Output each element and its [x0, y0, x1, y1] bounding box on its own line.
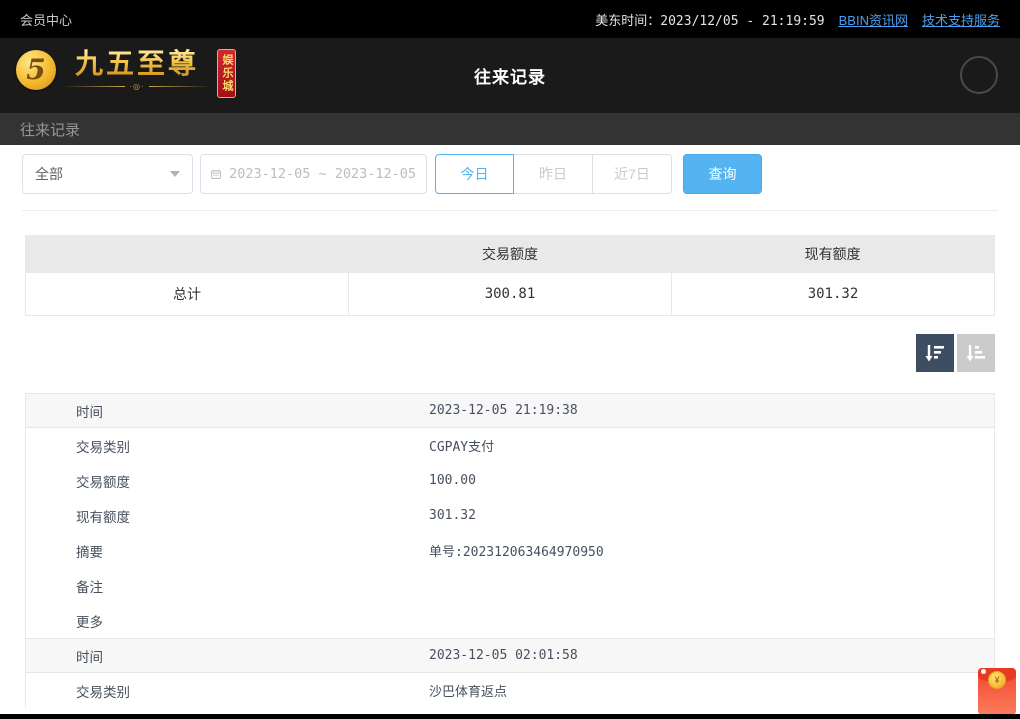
chevron-down-icon	[170, 171, 180, 177]
record-value: 2023-12-05 21:19:38	[429, 403, 994, 418]
summary-col-trade: 交易额度	[349, 235, 672, 273]
record-row: 备注	[26, 568, 994, 603]
notification-dot	[981, 669, 986, 674]
record-value: 2023-12-05 02:01:58	[429, 648, 994, 663]
date-range-input[interactable]: 2023-12-05 ~ 2023-12-05	[200, 154, 427, 194]
record-label: 现有额度	[76, 506, 429, 526]
summary-total-row: 总计 300.81 301.32	[26, 273, 994, 315]
red-envelope-icon[interactable]: ¥	[978, 668, 1016, 715]
avatar-circle[interactable]	[960, 56, 998, 94]
sort-bar	[25, 334, 995, 372]
today-button[interactable]: 今日	[435, 154, 514, 194]
top-bar: 会员中心 美东时间：2023/12/05 - 21:19:59 BBIN资讯网 …	[0, 0, 1020, 38]
record-value: 301.32	[429, 508, 994, 523]
breadcrumb-title: 往来记录	[20, 119, 80, 140]
sort-desc-icon	[924, 342, 946, 364]
quick-range-group: 今日 昨日 近7日	[435, 154, 672, 194]
sort-asc-icon	[965, 342, 987, 364]
summary-balance: 301.32	[671, 273, 994, 315]
page: 会员中心 美东时间：2023/12/05 - 21:19:59 BBIN资讯网 …	[0, 0, 1020, 719]
summary-trade-amount: 300.81	[348, 273, 671, 315]
sort-desc-button[interactable]	[916, 334, 954, 372]
records-table: 时间2023-12-05 21:19:38交易类别CGPAY支付交易额度100.…	[25, 393, 995, 708]
record-label: 交易额度	[76, 471, 429, 491]
yesterday-button[interactable]: 昨日	[514, 154, 593, 194]
record-label: 备注	[76, 576, 429, 596]
record-row: 交易类别沙巴体育返点	[26, 673, 994, 708]
sort-asc-button[interactable]	[957, 334, 995, 372]
coin-icon: ¥	[988, 671, 1006, 689]
summary-col-balance: 现有额度	[671, 235, 994, 273]
type-select-value: 全部	[35, 164, 63, 184]
summary-table: 交易额度 现有额度 总计 300.81 301.32	[25, 235, 995, 316]
member-center-link[interactable]: 会员中心	[20, 10, 72, 29]
date-range-value: 2023-12-05 ~ 2023-12-05	[229, 166, 416, 182]
record-row: 交易类别CGPAY支付	[26, 428, 994, 463]
record-label: 时间	[76, 401, 429, 421]
record-row: 现有额度301.32	[26, 498, 994, 533]
record-row: 更多	[26, 603, 994, 638]
record-label: 摘要	[76, 541, 429, 561]
page-title: 往来记录	[0, 38, 1020, 113]
query-button[interactable]: 查询	[683, 154, 762, 194]
eastern-time: 美东时间：2023/12/05 - 21:19:59	[595, 10, 824, 29]
filter-bar: 全部 2023-12-05 ~ 2023-12-05 今日 昨日 近7日 查询	[22, 154, 998, 194]
summary-total-label: 总计	[26, 273, 348, 315]
type-select[interactable]: 全部	[22, 154, 193, 194]
record-row: 摘要单号:202312063464970950	[26, 533, 994, 568]
last7days-button[interactable]: 近7日	[593, 154, 672, 194]
summary-col-empty	[26, 235, 349, 273]
record-value: 单号:202312063464970950	[429, 541, 994, 560]
summary-header-row: 交易额度 现有额度	[26, 235, 994, 273]
record-label: 交易类别	[76, 436, 429, 456]
calendar-icon	[211, 166, 221, 182]
record-label: 交易类别	[76, 681, 429, 701]
record-value: CGPAY支付	[429, 436, 994, 455]
record-row: 交易额度100.00	[26, 463, 994, 498]
record-value: 沙巴体育返点	[429, 681, 994, 700]
bottom-bar	[0, 714, 1020, 719]
tech-support-link[interactable]: 技术支持服务	[922, 10, 1000, 29]
record-value: 100.00	[429, 473, 994, 488]
bbin-news-link[interactable]: BBIN资讯网	[839, 10, 908, 29]
record-label: 时间	[76, 646, 429, 666]
main-header: 5 九五至尊 ·◎· 娱乐城 往来记录	[0, 38, 1020, 113]
record-row: 时间2023-12-05 02:01:58	[26, 638, 994, 673]
filter-divider	[22, 210, 998, 211]
record-label: 更多	[76, 611, 429, 631]
breadcrumb-bar: 往来记录	[0, 113, 1020, 145]
record-row: 时间2023-12-05 21:19:38	[26, 393, 994, 428]
